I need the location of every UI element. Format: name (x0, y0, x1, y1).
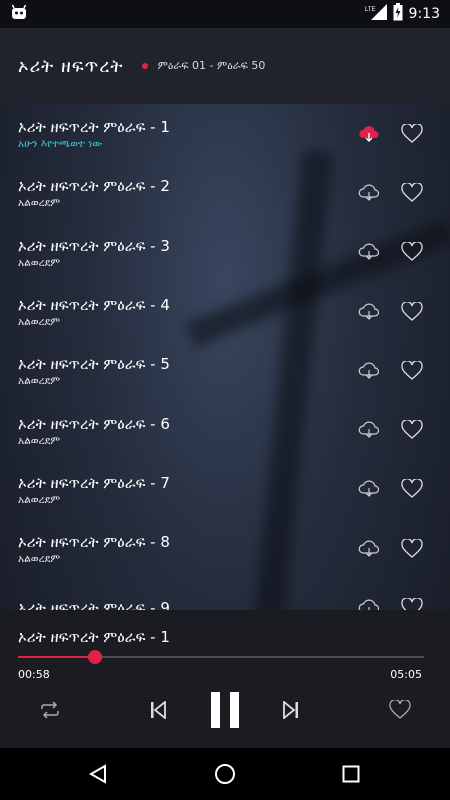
system-nav-bar (0, 748, 450, 800)
signal-icon: LTE (365, 4, 387, 24)
seek-bar[interactable] (18, 650, 424, 664)
track-item[interactable]: ኦሪት ዘፍጥረት ምዕራፍ - 2 አልወረደም (0, 163, 450, 222)
track-status: አልወረደም (18, 553, 61, 566)
chapter-range: ምዕራፍ 01 - ምዕራፍ 50 (157, 59, 266, 72)
favorite-heart-icon[interactable] (400, 418, 424, 442)
heart-icon[interactable] (388, 698, 412, 722)
app-header: ኦሪት ዘፍጥረት ምዕራፍ 01 - ምዕራፍ 50 (0, 28, 450, 104)
track-status: አልወረደም (18, 434, 61, 447)
track-title: ኦሪት ዘፍጥረት ምዕራፍ - 7 (18, 473, 170, 492)
track-item[interactable]: ኦሪት ዘፍጥረት ምዕራፍ - 8 አልወረደም (0, 519, 450, 578)
download-cloud-icon[interactable] (357, 537, 381, 561)
download-cloud-icon[interactable] (357, 181, 381, 205)
download-cloud-icon[interactable] (357, 240, 381, 264)
favorite-heart-icon[interactable] (400, 300, 424, 324)
skip-next-icon[interactable] (279, 698, 303, 722)
track-status: አልወረደም (18, 493, 61, 506)
repeat-icon[interactable] (38, 698, 62, 722)
favorite-heart-icon[interactable] (400, 596, 424, 610)
track-title: ኦሪት ዘፍጥረት ምዕራፍ - 5 (18, 355, 170, 374)
track-item[interactable]: ኦሪት ዘፍጥረት ምዕራፍ - 6 አልወረደም (0, 400, 450, 459)
skip-previous-icon[interactable] (146, 698, 170, 722)
back-icon[interactable] (68, 748, 128, 800)
track-title: ኦሪት ዘፍጥረት ምዕራፍ - 6 (18, 414, 170, 433)
favorite-heart-icon[interactable] (400, 181, 424, 205)
elapsed-time: 00:58 (18, 668, 50, 681)
page-title: ኦሪት ዘፍጥረት (18, 55, 124, 77)
track-status: አልወረደም (18, 197, 61, 210)
favorite-heart-icon[interactable] (400, 240, 424, 264)
download-cloud-icon[interactable] (357, 596, 381, 610)
track-title: ኦሪት ዘፍጥረት ምዕራፍ - 9 (18, 599, 170, 610)
track-item[interactable]: ኦሪት ዘፍጥረት ምዕራፍ - 1 አሁን እየተጫወተ ነው (0, 104, 450, 163)
now-playing-title: ኦሪት ዘፍጥረት ምዕራፍ - 1 (18, 628, 170, 646)
track-item[interactable]: ኦሪት ዘፍጥረት ምዕራፍ - 3 አልወረደም (0, 223, 450, 282)
favorite-heart-icon[interactable] (400, 537, 424, 561)
track-status: አልወረደም (18, 256, 61, 269)
favorite-heart-icon[interactable] (400, 477, 424, 501)
header-bullet (141, 63, 148, 69)
track-item[interactable]: ኦሪት ዘፍጥረት ምዕራፍ - 4 አልወረደም (0, 282, 450, 341)
recents-icon[interactable] (321, 748, 381, 800)
clock: 9:13 (408, 6, 440, 22)
download-cloud-icon[interactable] (357, 418, 381, 442)
track-item[interactable]: ኦሪት ዘፍጥረት ምዕራፍ - 7 አልወረደም (0, 460, 450, 519)
svg-text:LTE: LTE (365, 7, 376, 13)
total-time: 05:05 (390, 668, 422, 681)
track-item[interactable]: ኦሪት ዘፍጥረት ምዕራፍ - 9 (0, 578, 450, 610)
android-icon (10, 4, 28, 24)
player-panel: ኦሪት ዘፍጥረት ምዕራፍ - 1 00:58 05:05 (0, 610, 450, 748)
pause-icon[interactable] (205, 690, 245, 730)
track-title: ኦሪት ዘፍጥረት ምዕራፍ - 1 (18, 118, 170, 137)
download-cloud-icon[interactable] (357, 477, 381, 501)
track-title: ኦሪት ዘፍጥረት ምዕራፍ - 8 (18, 533, 170, 552)
home-icon[interactable] (195, 748, 255, 800)
seek-thumb[interactable] (88, 650, 103, 664)
download-cloud-icon[interactable] (357, 300, 381, 324)
track-title: ኦሪት ዘፍጥረት ምዕራፍ - 4 (18, 296, 170, 315)
track-list[interactable]: ኦሪት ዘፍጥረት ምዕራፍ - 1 አሁን እየተጫወተ ነው ኦሪት ዘፍጥ… (0, 104, 450, 610)
battery-charging-icon (393, 3, 403, 25)
download-cloud-icon[interactable] (357, 359, 381, 383)
track-status: አልወረደም (18, 316, 61, 329)
seek-progress (18, 656, 96, 658)
status-bar: LTE 9:13 (0, 0, 450, 28)
track-title: ኦሪት ዘፍጥረት ምዕራፍ - 3 (18, 236, 170, 255)
favorite-heart-icon[interactable] (400, 359, 424, 383)
track-status: አሁን እየተጫወተ ነው (18, 138, 103, 151)
track-status: አልወረደም (18, 375, 61, 388)
track-title: ኦሪት ዘፍጥረት ምዕራፍ - 2 (18, 177, 170, 196)
track-item[interactable]: ኦሪት ዘፍጥረት ምዕራፍ - 5 አልወረደም (0, 341, 450, 400)
download-cloud-icon[interactable] (357, 122, 381, 146)
favorite-heart-icon[interactable] (400, 122, 424, 146)
